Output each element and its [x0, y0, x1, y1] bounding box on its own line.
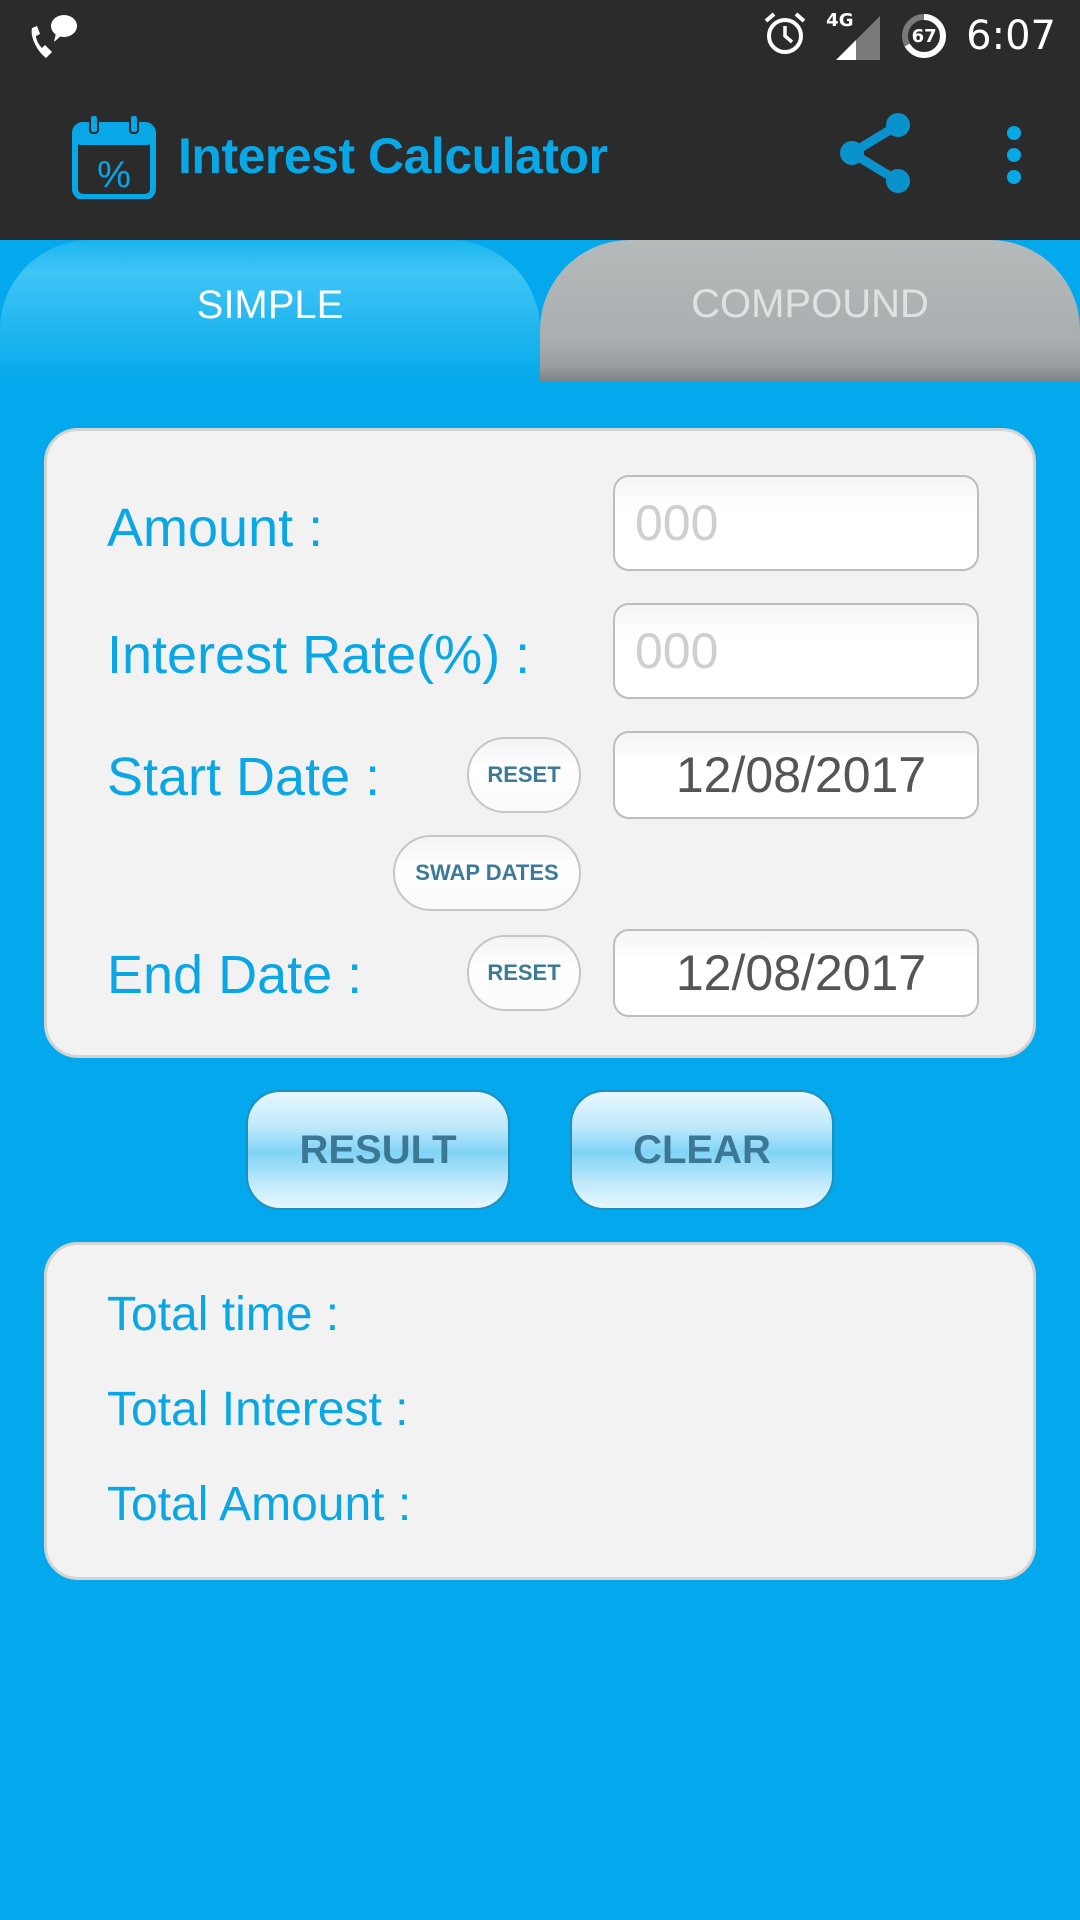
- result-button[interactable]: RESULT: [246, 1090, 510, 1210]
- end-date-label: End Date :: [107, 945, 363, 1005]
- alarm-icon: [762, 11, 808, 62]
- status-bar: 4G 67 6:07: [0, 0, 1080, 75]
- start-date-reset-button[interactable]: RESET: [467, 737, 581, 813]
- input-form-card: Amount : Interest Rate(%) : Start Date :…: [44, 428, 1036, 1058]
- start-date-field[interactable]: 12/08/2017: [613, 731, 979, 819]
- battery-level: 67: [911, 25, 937, 47]
- tab-simple[interactable]: SIMPLE: [0, 240, 540, 385]
- total-time-label: Total time :: [107, 1288, 340, 1341]
- share-button[interactable]: [836, 111, 916, 195]
- battery-icon: 67: [900, 12, 948, 60]
- more-vert-icon: [1007, 126, 1021, 184]
- more-options-button[interactable]: [994, 125, 1034, 185]
- signal-icon: 4G: [826, 10, 882, 60]
- calendar-percent-icon: %: [72, 113, 156, 204]
- result-card: Total time : Total Interest : Total Amou…: [44, 1242, 1036, 1580]
- start-date-label: Start Date :: [107, 747, 381, 807]
- interest-rate-field-box: [613, 603, 979, 699]
- amount-field-box: [613, 475, 979, 571]
- interest-rate-label: Interest Rate(%) :: [107, 625, 531, 685]
- amount-label: Amount :: [107, 498, 324, 558]
- tab-compound[interactable]: COMPOUND: [540, 240, 1080, 382]
- end-date-value: 12/08/2017: [675, 945, 927, 1001]
- interest-rate-input[interactable]: [615, 605, 977, 697]
- amount-input[interactable]: [615, 477, 977, 569]
- app-bar: % Interest Calculator: [0, 75, 1080, 240]
- clear-button[interactable]: CLEAR: [570, 1090, 834, 1210]
- end-date-field[interactable]: 12/08/2017: [613, 929, 979, 1017]
- swap-dates-button[interactable]: SWAP DATES: [393, 835, 581, 911]
- svg-text:%: %: [97, 154, 131, 196]
- total-interest-label: Total Interest :: [107, 1383, 409, 1436]
- app-title: Interest Calculator: [178, 128, 608, 184]
- phone-chat-icon: [28, 15, 84, 66]
- total-amount-label: Total Amount :: [107, 1478, 412, 1531]
- start-date-value: 12/08/2017: [675, 747, 927, 803]
- clock: 6:07: [966, 13, 1056, 59]
- end-date-reset-button[interactable]: RESET: [467, 935, 581, 1011]
- share-icon: [840, 113, 910, 193]
